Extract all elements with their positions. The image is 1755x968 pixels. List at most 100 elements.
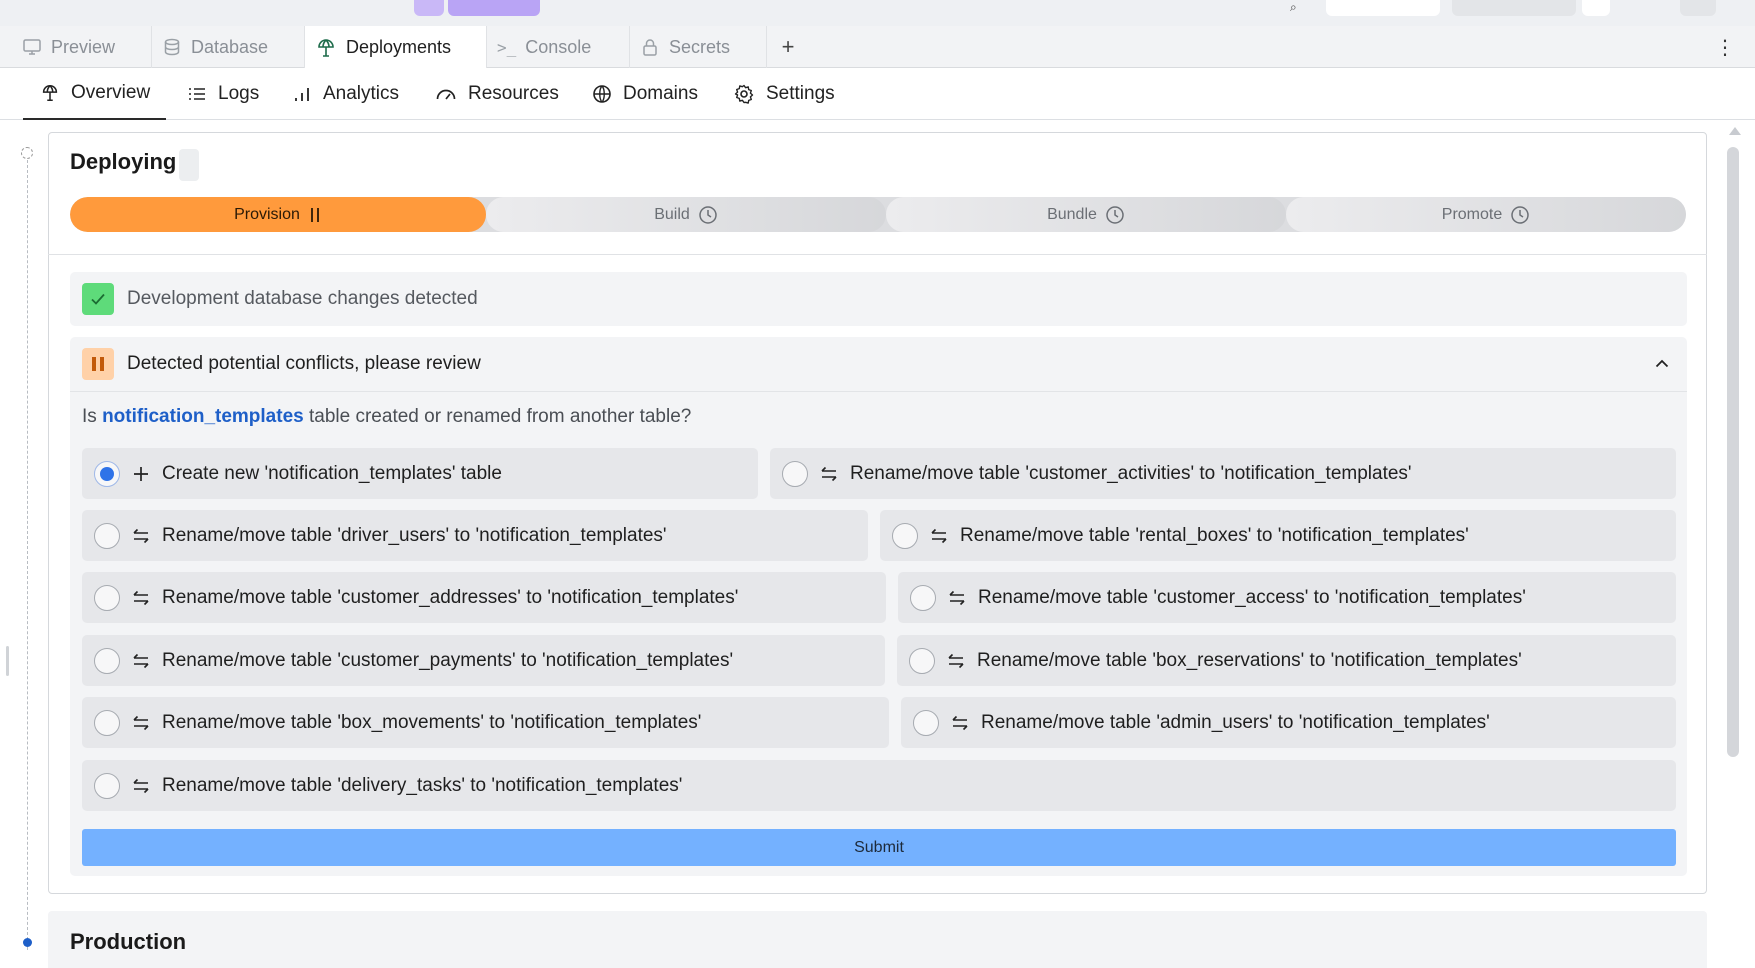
option-label: Rename/move table 'box_movements' to 'no… [162, 711, 702, 733]
option-rename[interactable]: Rename/move table 'driver_users' to 'not… [82, 510, 868, 561]
radio-button[interactable] [782, 460, 808, 487]
radio-button[interactable] [892, 522, 918, 549]
db-changes-text: Development database changes detected [127, 288, 478, 309]
option-label: Rename/move table 'customer_addresses' t… [162, 586, 739, 608]
chevron-up-icon[interactable] [1653, 355, 1671, 373]
avatar[interactable] [1680, 0, 1716, 16]
swap-icon [946, 589, 968, 607]
radio-button[interactable] [94, 772, 120, 799]
app-root: ⌕ Preview Database Deployments >_ Consol… [0, 0, 1755, 968]
lock-icon [643, 39, 657, 56]
subtab-label: Resources [468, 83, 559, 104]
swap-icon [130, 777, 152, 795]
option-label: Rename/move table 'customer_payments' to… [162, 649, 734, 671]
deploy-icon [318, 38, 334, 57]
deploy-progress: Promote Bundle Build Provision [70, 197, 1686, 232]
option-rename[interactable]: Rename/move table 'customer_addresses' t… [82, 572, 886, 623]
subtab-resources[interactable]: Resources [435, 68, 559, 120]
tab-deployments[interactable]: Deployments [305, 26, 487, 69]
step-build: Build [486, 197, 886, 232]
subtab-domains[interactable]: Domains [592, 68, 698, 120]
radio-button[interactable] [94, 522, 120, 549]
swap-icon [928, 527, 950, 545]
step-provision: Provision [70, 197, 486, 232]
terminal-icon: >_ [497, 37, 517, 57]
subtab-label: Settings [766, 83, 835, 104]
option-label: Rename/move table 'customer_activities' … [850, 462, 1412, 484]
top-button[interactable] [1452, 0, 1576, 16]
clock-icon [699, 205, 717, 224]
tab-console[interactable]: >_ Console [487, 26, 630, 68]
option-rename[interactable]: Rename/move table 'customer_activities' … [770, 448, 1676, 499]
subtab-label: Logs [218, 83, 260, 104]
radio-button[interactable] [94, 647, 120, 674]
option-rename[interactable]: Rename/move table 'admin_users' to 'noti… [901, 697, 1676, 748]
resize-handle[interactable] [6, 646, 9, 676]
scroll-up-icon[interactable] [1729, 127, 1741, 135]
question-suffix: table created or renamed from another ta… [309, 406, 692, 427]
divider [70, 391, 1687, 392]
add-tab-button[interactable]: + [770, 26, 806, 68]
check-icon [82, 283, 114, 315]
gauge-icon [436, 89, 456, 100]
option-rename[interactable]: Rename/move table 'customer_payments' to… [82, 635, 885, 686]
top-icon-button[interactable] [1582, 0, 1610, 16]
tab-label: Console [525, 36, 592, 57]
apps-button[interactable] [414, 0, 444, 16]
swap-icon [945, 652, 967, 670]
tab-database[interactable]: Database [152, 26, 305, 68]
production-title: Production [70, 929, 187, 954]
subtab-logs[interactable]: Logs [187, 68, 259, 120]
option-label: Rename/move table 'box_reservations' to … [977, 649, 1522, 671]
run-button[interactable] [448, 0, 540, 16]
swap-icon [130, 527, 152, 545]
step-bundle: Bundle [886, 197, 1286, 232]
tab-preview[interactable]: Preview [0, 26, 152, 68]
subtab-analytics[interactable]: Analytics [292, 68, 399, 120]
option-rename[interactable]: Rename/move table 'delivery_tasks' to 'n… [82, 760, 1676, 811]
subtab-label: Overview [71, 82, 151, 103]
scrollbar-thumb[interactable] [1727, 147, 1739, 757]
radio-button[interactable] [94, 584, 120, 611]
option-rename[interactable]: Rename/move table 'box_reservations' to … [897, 635, 1676, 686]
radio-button[interactable] [913, 709, 939, 736]
deployment-subnav: Overview Logs Analytics Resources Domain… [0, 68, 1755, 120]
step-label: Build [654, 205, 690, 223]
top-input[interactable] [1326, 0, 1440, 16]
swap-icon [130, 714, 152, 732]
option-create-new[interactable]: Create new 'notification_templates' tabl… [82, 448, 758, 499]
submit-button[interactable]: Submit [82, 829, 1676, 866]
subtab-settings[interactable]: Settings [733, 68, 835, 120]
pause-icon [311, 207, 319, 222]
db-changes-row: Development database changes detected [70, 272, 478, 326]
radio-button[interactable] [910, 584, 936, 611]
radio-button[interactable] [94, 709, 120, 736]
option-rename[interactable]: Rename/move table 'rental_boxes' to 'not… [880, 510, 1676, 561]
radio-button[interactable] [909, 647, 935, 674]
gear-icon [734, 84, 754, 104]
conflicts-title: Detected potential conflicts, please rev… [127, 353, 481, 374]
conflicts-header[interactable]: Detected potential conflicts, please rev… [70, 337, 481, 391]
option-label: Rename/move table 'driver_users' to 'not… [162, 524, 667, 546]
clock-icon [1106, 205, 1124, 224]
step-label: Provision [234, 205, 300, 223]
monitor-icon [23, 39, 41, 55]
status-badge [179, 149, 199, 181]
option-label: Rename/move table 'delivery_tasks' to 'n… [162, 774, 683, 796]
timeline-line [27, 160, 28, 950]
option-label: Create new 'notification_templates' tabl… [162, 462, 502, 484]
radio-button[interactable] [94, 460, 120, 487]
swap-icon [818, 465, 840, 483]
step-label: Bundle [1047, 205, 1097, 223]
tab-secrets[interactable]: Secrets [630, 26, 767, 68]
option-rename[interactable]: Rename/move table 'box_movements' to 'no… [82, 697, 889, 748]
search-icon[interactable]: ⌕ [1290, 0, 1297, 15]
subtab-label: Analytics [323, 83, 400, 104]
subtab-overview[interactable]: Overview [23, 68, 167, 120]
swap-icon [130, 589, 152, 607]
more-menu-icon[interactable]: ⋮ [1712, 26, 1738, 68]
production-card [48, 911, 1707, 968]
option-rename[interactable]: Rename/move table 'customer_access' to '… [898, 572, 1676, 623]
pause-icon [82, 348, 114, 380]
subtab-label: Domains [623, 83, 698, 104]
